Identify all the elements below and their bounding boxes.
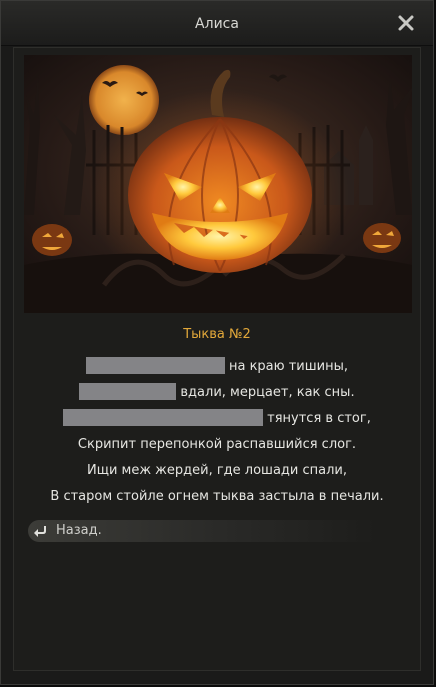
poem-line: Ищи меж жердей, где лошади спали, bbox=[86, 463, 347, 478]
close-icon[interactable] bbox=[396, 13, 416, 33]
redacted-text bbox=[79, 383, 177, 400]
title-bar[interactable]: Алиса bbox=[1, 1, 433, 46]
back-label: Назад. bbox=[56, 523, 102, 538]
poem-line-text: тянутся в стог, bbox=[267, 411, 371, 426]
content-panel: Тыква №2 на краю тишины, вдали, мерцает,… bbox=[13, 47, 421, 671]
redacted-text bbox=[63, 409, 264, 426]
return-arrow-icon bbox=[34, 526, 46, 537]
redacted-text bbox=[85, 357, 225, 374]
poem-text: на краю тишины, вдали, мерцает, как сны.… bbox=[14, 354, 420, 510]
poem-line: тянутся в стог, bbox=[14, 406, 420, 432]
poem-line: вдали, мерцает, как сны. bbox=[14, 380, 420, 406]
jack-o-lantern-illustration bbox=[24, 55, 412, 313]
back-button[interactable]: Назад. bbox=[28, 520, 376, 542]
quest-title: Тыква №2 bbox=[183, 327, 251, 342]
poem-line: Скрипит перепонкой распавшийся слог. bbox=[77, 437, 357, 452]
poem-line: на краю тишины, bbox=[14, 354, 420, 380]
poem-line-text: вдали, мерцает, как сны. bbox=[180, 385, 355, 400]
poem-line-text: на краю тишины, bbox=[228, 359, 348, 374]
window-title: Алиса bbox=[195, 16, 239, 32]
poem-line: В старом стойле огнем тыква застыла в пе… bbox=[50, 489, 384, 504]
dialog-window: Алиса Тыква №2 на краю тишины, вдали, ме… bbox=[0, 0, 434, 685]
